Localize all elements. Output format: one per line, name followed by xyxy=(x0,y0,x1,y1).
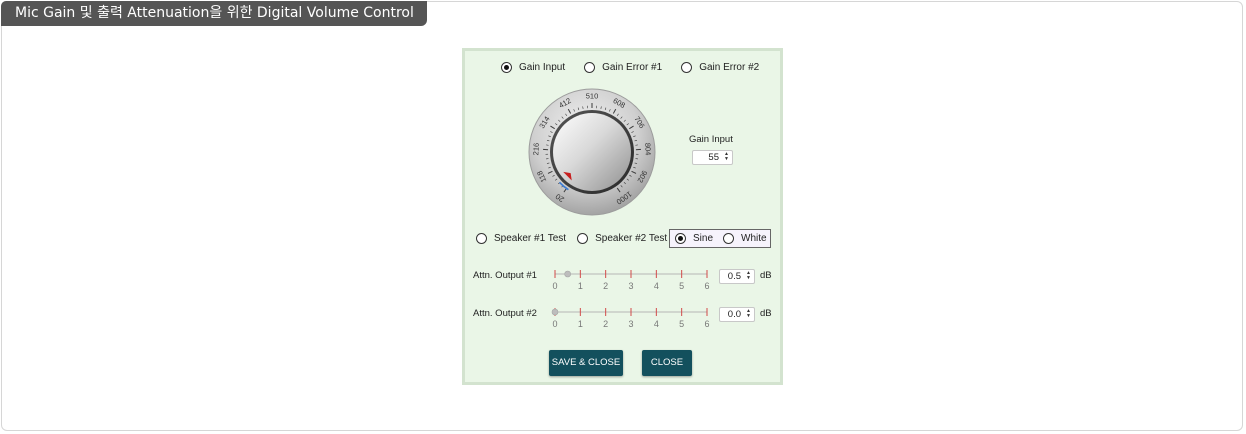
radio-label: Gain Error #1 xyxy=(602,62,663,73)
spin-arrows-icon[interactable]: ▲ ▼ xyxy=(746,309,751,319)
attn-output-1-spinbox[interactable]: 0.5 ▲ ▼ xyxy=(719,269,755,284)
slider-tick-label: 3 xyxy=(628,281,633,291)
radio-label: Speaker #2 Test xyxy=(595,233,668,244)
slider-tick-label: 1 xyxy=(578,281,583,291)
attn-output-2-slider[interactable]: 0 1 2 3 4 5 6 xyxy=(548,303,714,331)
attn-output-1-label: Attn. Output #1 xyxy=(473,270,537,281)
radio-white[interactable]: White xyxy=(723,233,767,244)
slider-tick-label: 0 xyxy=(552,319,557,329)
radio-speaker-1-test[interactable]: Speaker #1 Test xyxy=(476,233,566,244)
knob-graphic[interactable]: 201182163144125106087068049021000 xyxy=(528,88,656,216)
slider-thumb[interactable] xyxy=(551,308,559,316)
slider-tick-label: 5 xyxy=(679,281,684,291)
knob-scale-label: 804 xyxy=(643,143,653,156)
radio-label: Sine xyxy=(693,233,714,244)
spin-arrows-icon[interactable]: ▲ ▼ xyxy=(746,271,751,281)
mode-radio-group: Gain Input Gain Error #1 Gain Error #2 xyxy=(501,62,759,73)
gain-knob[interactable]: 20 118 216 314 412 510 608 706 804 902 1000 xyxy=(528,88,656,216)
close-button[interactable]: CLOSE xyxy=(642,350,692,376)
radio-label: White xyxy=(741,233,767,244)
slider-tick-label: 6 xyxy=(704,319,709,329)
radio-indicator[interactable] xyxy=(501,62,512,73)
knob-scale-label: 510 xyxy=(586,91,599,100)
attn-output-2-value[interactable]: 0.0 xyxy=(728,309,741,320)
radio-gain-error-2[interactable]: Gain Error #2 xyxy=(681,62,759,73)
radio-label: Speaker #1 Test xyxy=(494,233,567,244)
slider-tick-label: 1 xyxy=(578,319,583,329)
radio-indicator[interactable] xyxy=(723,233,735,244)
knob-cap[interactable] xyxy=(553,113,631,191)
slider-tick-label: 3 xyxy=(628,319,633,329)
knob-scale-label: 216 xyxy=(531,143,541,156)
slider-thumb[interactable] xyxy=(564,270,571,278)
attn-output-2-spinbox[interactable]: 0.0 ▲ ▼ xyxy=(719,307,755,322)
slider-tick-label: 4 xyxy=(654,281,659,291)
gain-input-value[interactable]: 55 xyxy=(708,152,719,163)
window-title: Mic Gain 및 출력 Attenuation을 위한 Digital Vo… xyxy=(1,1,427,26)
radio-indicator[interactable] xyxy=(476,233,487,244)
speaker-test-group: Speaker #1 Test Speaker #2 Test xyxy=(476,233,667,244)
attn-output-1-unit: dB xyxy=(760,270,772,281)
slider-tick-label: 0 xyxy=(552,281,557,291)
radio-indicator[interactable] xyxy=(577,233,589,244)
spin-arrows-icon[interactable]: ▲ ▼ xyxy=(724,152,729,162)
slider-tick-label: 6 xyxy=(704,281,709,291)
attn-output-1-value[interactable]: 0.5 xyxy=(728,271,741,282)
slider-tick-label: 2 xyxy=(603,319,608,329)
slider-tick-label: 5 xyxy=(679,319,684,329)
save-close-button[interactable]: SAVE & CLOSE xyxy=(549,350,623,376)
radio-label: Gain Error #2 xyxy=(699,62,760,73)
waveform-radio-group: Sine White xyxy=(675,233,767,244)
attn-output-1-slider[interactable]: 0 1 2 3 4 5 6 xyxy=(548,265,714,293)
radio-label: Gain Input xyxy=(519,62,566,73)
radio-gain-input[interactable]: Gain Input xyxy=(501,62,565,73)
radio-indicator[interactable] xyxy=(584,62,596,73)
gain-input-spinbox[interactable]: 55 ▲ ▼ xyxy=(692,150,733,165)
radio-speaker-2-test[interactable]: Speaker #2 Test xyxy=(577,233,667,244)
attn-output-2-unit: dB xyxy=(760,308,772,319)
gain-input-label: Gain Input xyxy=(689,134,733,145)
slider-tick-label: 4 xyxy=(654,319,659,329)
slider-tick-label: 2 xyxy=(603,281,608,291)
radio-indicator[interactable] xyxy=(681,62,693,73)
attn-output-2-label: Attn. Output #2 xyxy=(473,308,537,319)
radio-sine[interactable]: Sine xyxy=(675,233,713,244)
radio-indicator[interactable] xyxy=(675,233,686,244)
radio-gain-error-1[interactable]: Gain Error #1 xyxy=(584,62,662,73)
